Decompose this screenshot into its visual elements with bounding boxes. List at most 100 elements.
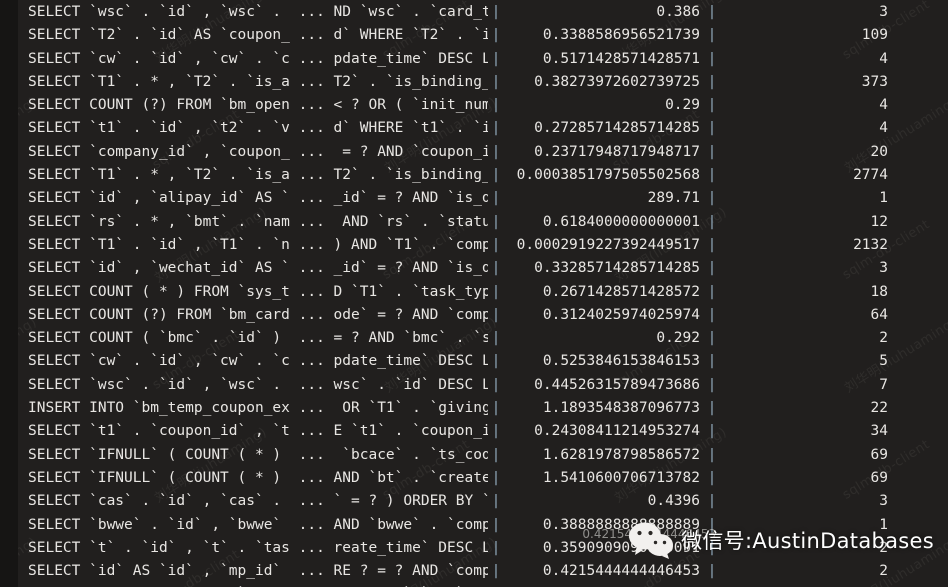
row-separator-mid: | xyxy=(488,583,504,587)
table-row: | SELECT `bwwe` . `id` , `bwwe` ... AND `… xyxy=(0,514,948,537)
cell-count: 1 xyxy=(879,190,888,207)
row-separator-mid: | xyxy=(491,400,501,417)
row-separator-mid: | xyxy=(491,97,501,114)
cell-count: 22 xyxy=(870,400,888,417)
row-separator-right: | xyxy=(707,190,717,207)
cell-count: 2 xyxy=(879,539,888,556)
cell-sql: SELECT `T2` . `id` AS `coupon_ ... d` WH… xyxy=(28,27,488,44)
row-separator-mid: | xyxy=(491,73,501,90)
cell-time: 0.0002919227392449517 xyxy=(516,236,700,253)
table-row: |SELECT `wsc` . `id` , `wsc` . ... ND `w… xyxy=(0,1,948,24)
cell-time: 0.4396 xyxy=(647,493,700,510)
table-row: |SELECT COUNT ( * ) FROM `sys_e ... = ? … xyxy=(0,583,948,587)
table-row: |SELECT `wsc` . `id` , `wsc` . ... wsc` … xyxy=(0,374,948,397)
cell-time: 0.29 xyxy=(665,97,700,114)
cell-time: 0.3388586956521739 xyxy=(542,27,700,44)
row-separator-right: | xyxy=(704,583,720,587)
cell-time: 0.4215444444446453 xyxy=(542,563,700,580)
cell-time: 0.5171428571428571 xyxy=(542,50,700,67)
table-row: |INSERT INTO `bm_temp_coupon_ex ... OR `… xyxy=(0,397,948,420)
cell-sql: INSERT INTO `bm_temp_coupon_ex ... OR `T… xyxy=(28,400,488,417)
cell-sql: SELECT `IFNULL` ( COUNT ( * ) ... AND `b… xyxy=(28,469,488,486)
cell-time: 0.0003851797505502568 xyxy=(516,167,700,184)
cell-sql: SELECT COUNT (?) FROM `bm_card ... ode` … xyxy=(28,306,488,323)
row-separator-right: | xyxy=(707,516,717,533)
cell-sql: SELECT COUNT ( `bmc` . `id` ) ... = ? AN… xyxy=(28,330,488,347)
cell-sql: SELECT `bwwe` . `id` , `bwwe` ... AND `b… xyxy=(28,516,488,533)
row-separator-right: | xyxy=(707,376,717,393)
row-separator-mid: | xyxy=(491,27,501,44)
cell-time: 0.3144444444444447 xyxy=(504,583,704,587)
cell-count: 3 xyxy=(879,4,888,20)
cell-count: 2 xyxy=(879,330,888,347)
cell-count: 20 xyxy=(870,143,888,160)
cell-time: 0.5253846153846153 xyxy=(542,353,700,370)
row-separator-mid: | xyxy=(491,493,501,510)
cell-sql: SELECT `id` , `wechat_id` AS ` ... _id` … xyxy=(28,260,488,277)
cell-sql: SELECT `wsc` . `id` , `wsc` . ... ND `ws… xyxy=(28,4,488,20)
cell-sql: SELECT `t1` . `id` , `t2` . `v ... d` WH… xyxy=(28,120,488,137)
table-row: |SELECT COUNT ( `bmc` . `id` ) ... = ? A… xyxy=(0,327,948,350)
row-separator-mid: | xyxy=(491,563,501,580)
row-separator-mid: | xyxy=(491,120,501,137)
cell-sql: SELECT `id` AS `id` , `mp_id` ... RE ? =… xyxy=(28,563,488,580)
cell-count: 109 xyxy=(861,27,888,44)
row-separator-mid: | xyxy=(491,446,501,463)
cell-sql: SELECT `IFNULL` ( COUNT ( * ) ... `bcace… xyxy=(28,446,488,463)
table-row: |SELECT COUNT ( * ) FROM `sys_t ... D `T… xyxy=(0,281,948,304)
row-separator-mid: | xyxy=(491,260,501,277)
cell-time: 0.2671428571428572 xyxy=(542,283,700,300)
cell-time: 1.1893548387096773 xyxy=(542,400,700,417)
row-separator-right: | xyxy=(707,260,717,277)
cell-count: 5 xyxy=(879,353,888,370)
cell-time: 0.27285714285714285 xyxy=(534,120,700,137)
cell-sql: SELECT COUNT ( * ) FROM `sys_e ... = ? A… xyxy=(26,583,488,587)
cell-count: 2132 xyxy=(853,236,888,253)
cell-time: 0.3888888888888889 xyxy=(542,516,700,533)
row-separator-right: | xyxy=(707,50,717,67)
row-separator-mid: | xyxy=(491,539,501,556)
table-row: |SELECT `id` AS `id` , `mp_id` ... RE ? … xyxy=(0,560,948,583)
cell-count: 12 xyxy=(870,213,888,230)
table-row: |SELECT COUNT (?) FROM `bm_card ... ode`… xyxy=(0,304,948,327)
table-row: |SELECT `IFNULL` ( COUNT ( * ) ... `bcac… xyxy=(0,444,948,467)
cell-count: 3 xyxy=(879,260,888,277)
table-row: |SELECT COUNT (?) FROM `bm_open ... < ? … xyxy=(0,94,948,117)
row-separator-right: | xyxy=(707,493,717,510)
row-separator-mid: | xyxy=(491,306,501,323)
cell-sql: SELECT `rs` . * , `bmt` . `nam ... AND `… xyxy=(28,213,488,230)
cell-time: 0.24308411214953274 xyxy=(534,423,700,440)
cell-count: 373 xyxy=(861,73,888,90)
table-row: |SELECT `cw` . `id` , `cw` . `c ... pdat… xyxy=(0,350,948,373)
table-row: |SELECT `cas` . `id` , `cas` . ... ` = ?… xyxy=(0,490,948,513)
terminal-window: 刘华明(liuhuaming) sqlm-db-client 刘华明(liuhuam… xyxy=(0,0,948,587)
cell-count: 18 xyxy=(870,283,888,300)
row-separator-right: | xyxy=(707,283,717,300)
cell-time: 0.33285714285714285 xyxy=(534,260,700,277)
cell-count: 4 xyxy=(879,97,888,114)
row-separator-right: | xyxy=(707,330,717,347)
row-separator-right: | xyxy=(707,167,717,184)
table-row: |SELECT `id` , `alipay_id` AS ` ... _id`… xyxy=(0,187,948,210)
row-separator-mid: | xyxy=(491,330,501,347)
row-separator-right: | xyxy=(707,143,717,160)
row-separator-right: | xyxy=(707,236,717,253)
row-separator-right: | xyxy=(707,539,717,556)
row-separator-right: | xyxy=(707,97,717,114)
table-row: | SELECT `T1` . * , `T2` . `is_a ... T2` … xyxy=(0,164,948,187)
terminal-left-gutter xyxy=(0,0,18,587)
row-separator-right: | xyxy=(707,213,717,230)
cell-count: 4 xyxy=(879,50,888,67)
query-result-table: | SELECT `wsc` . `id` , `wsc` . ... ND `w… xyxy=(0,0,948,587)
cell-time: 0.3590909090909091 xyxy=(542,539,700,556)
row-separator-right: | xyxy=(707,73,717,90)
cell-count: 64 xyxy=(870,306,888,323)
cell-sql: SELECT `cw` . `id` , `cw` . `c ... pdate… xyxy=(28,50,488,67)
cell-sql: SELECT `t1` . `coupon_id` , `t ... E `t1… xyxy=(28,423,488,440)
row-separator-right: | xyxy=(707,446,717,463)
cell-time: 0.386 xyxy=(656,4,700,20)
cell-time: 0.23717948717948717 xyxy=(534,143,700,160)
table-row: | SELECT `rs` . * , `bmt` . `nam ... AND … xyxy=(0,211,948,234)
cell-sql: SELECT COUNT (?) FROM `bm_open ... < ? O… xyxy=(28,97,488,114)
cell-sql: SELECT `T1` . * , `T2` . `is_a ... T2` .… xyxy=(28,167,488,184)
